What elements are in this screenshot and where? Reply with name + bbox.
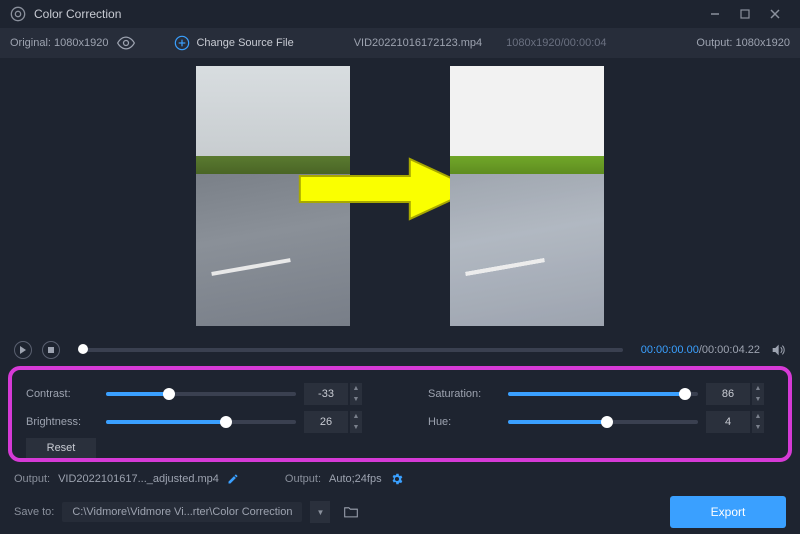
saturation-label: Saturation:: [428, 388, 500, 400]
timecode: 00:00:00.00/00:00:04.22: [641, 344, 760, 356]
contrast-stepper[interactable]: ▲▼: [304, 383, 362, 405]
contrast-down[interactable]: ▼: [350, 394, 362, 405]
save-path-box: C:\Vidmore\Vidmore Vi...rter\Color Corre…: [62, 502, 302, 522]
output-format-label: Output:: [285, 473, 321, 485]
contrast-value[interactable]: [304, 383, 348, 405]
saturation-slider[interactable]: [508, 392, 698, 396]
brightness-slider[interactable]: [106, 420, 296, 424]
save-to-row: Save to: C:\Vidmore\Vidmore Vi...rter\Co…: [0, 490, 800, 534]
hue-value[interactable]: [706, 411, 750, 433]
source-dimensions-duration: 1080x1920/00:00:04: [506, 37, 606, 49]
reset-button[interactable]: Reset: [26, 438, 96, 458]
change-source-button[interactable]: Change Source File: [174, 35, 293, 51]
maximize-button[interactable]: [730, 0, 760, 28]
contrast-up[interactable]: ▲: [350, 383, 362, 394]
export-button[interactable]: Export: [670, 496, 786, 528]
window-title: Color Correction: [34, 7, 700, 21]
saturation-value[interactable]: [706, 383, 750, 405]
brightness-knob[interactable]: [220, 416, 232, 428]
hue-up[interactable]: ▲: [752, 411, 764, 422]
color-adjust-panel: Contrast: ▲▼ Saturation: ▲▼ Brightness: …: [8, 366, 792, 462]
volume-icon[interactable]: [770, 342, 786, 358]
stop-button[interactable]: [42, 341, 60, 359]
hue-label: Hue:: [428, 416, 500, 428]
output-dimensions: 1080x1920: [736, 37, 790, 49]
saturation-knob[interactable]: [679, 388, 691, 400]
change-source-label: Change Source File: [196, 37, 293, 49]
saturation-stepper[interactable]: ▲▼: [706, 383, 764, 405]
save-path-dropdown[interactable]: ▼: [310, 501, 330, 523]
title-bar: Color Correction: [0, 0, 800, 28]
minimize-button[interactable]: [700, 0, 730, 28]
timeline-slider[interactable]: [78, 348, 623, 352]
edit-filename-icon[interactable]: [227, 473, 239, 485]
brightness-down[interactable]: ▼: [350, 422, 362, 433]
hue-slider[interactable]: [508, 420, 698, 424]
contrast-knob[interactable]: [163, 388, 175, 400]
save-to-label: Save to:: [14, 506, 54, 518]
playback-bar: 00:00:00.00/00:00:04.22: [0, 334, 800, 366]
adjusted-preview: [450, 66, 604, 326]
format-settings-icon[interactable]: [390, 472, 404, 486]
contrast-slider[interactable]: [106, 392, 296, 396]
preview-container: [40, 58, 760, 334]
close-button[interactable]: [760, 0, 790, 28]
info-bar: Original: 1080x1920 Change Source File V…: [0, 28, 800, 58]
save-path: C:\Vidmore\Vidmore Vi...rter\Color Corre…: [72, 506, 292, 518]
output-filename: VID2022101617..._adjusted.mp4: [58, 473, 219, 485]
timeline-knob[interactable]: [78, 344, 88, 354]
play-button[interactable]: [14, 341, 32, 359]
brightness-up[interactable]: ▲: [350, 411, 362, 422]
open-folder-icon[interactable]: [342, 505, 360, 519]
output-label: Output:: [696, 37, 732, 49]
app-logo-icon: [10, 6, 26, 22]
total-time: /00:00:04.22: [699, 344, 760, 356]
plus-circle-icon: [174, 35, 190, 51]
hue-stepper[interactable]: ▲▼: [706, 411, 764, 433]
source-filename: VID20221016172123.mp4: [354, 37, 482, 49]
hue-down[interactable]: ▼: [752, 422, 764, 433]
current-time: 00:00:00.00: [641, 344, 699, 356]
preview-toggle-icon[interactable]: [116, 33, 136, 53]
saturation-down[interactable]: ▼: [752, 394, 764, 405]
output-file-label: Output:: [14, 473, 50, 485]
original-label: Original:: [10, 37, 51, 49]
hue-knob[interactable]: [601, 416, 613, 428]
contrast-label: Contrast:: [26, 388, 98, 400]
saturation-up[interactable]: ▲: [752, 383, 764, 394]
original-dimensions: 1080x1920: [54, 37, 108, 49]
output-file-row: Output: VID2022101617..._adjusted.mp4 Ou…: [0, 468, 800, 490]
brightness-label: Brightness:: [26, 416, 98, 428]
brightness-value[interactable]: [304, 411, 348, 433]
brightness-stepper[interactable]: ▲▼: [304, 411, 362, 433]
preview-area: [0, 58, 800, 334]
output-format-value: Auto;24fps: [329, 473, 382, 485]
